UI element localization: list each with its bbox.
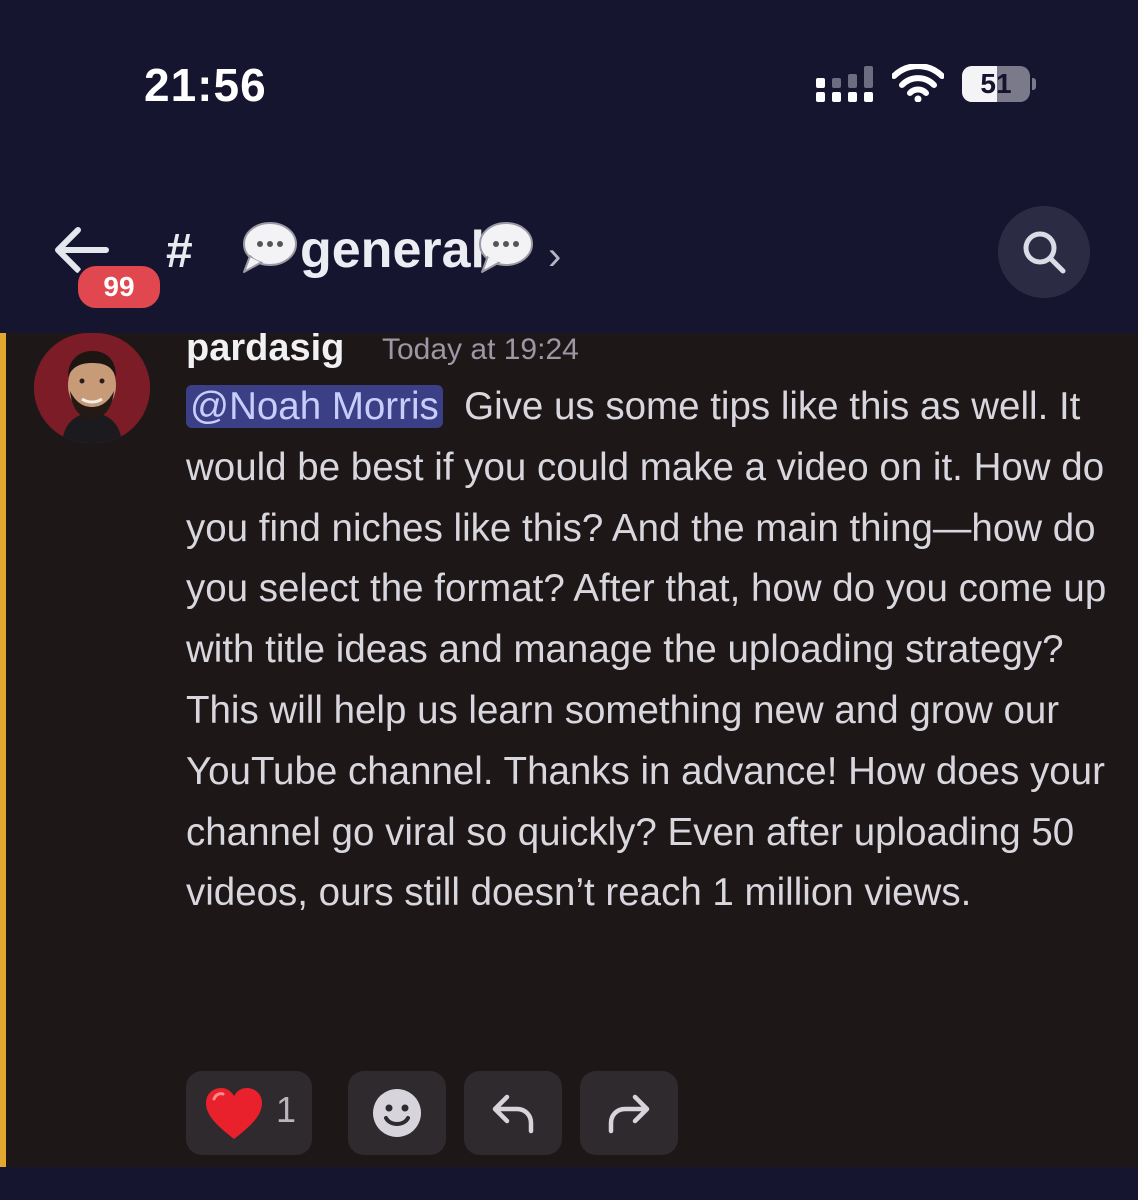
channel-name[interactable]: general xyxy=(300,220,485,280)
avatar[interactable] xyxy=(34,333,150,443)
forward-icon xyxy=(608,1094,650,1134)
battery-indicator: 51 xyxy=(962,66,1036,102)
reply-button[interactable] xyxy=(464,1071,562,1155)
user-portrait-image xyxy=(34,333,150,443)
reply-icon xyxy=(492,1094,534,1134)
cellular-signal-icon xyxy=(816,66,873,102)
speech-bubble-icon xyxy=(479,222,533,273)
unread-badge: 99 xyxy=(75,263,163,311)
heart-icon xyxy=(206,1088,262,1139)
channel-hash[interactable]: # xyxy=(166,224,193,279)
search-icon xyxy=(1023,231,1066,274)
wifi-icon xyxy=(892,64,944,102)
battery-level: 51 xyxy=(980,68,1012,99)
message-body: @Noah Morris Give us some tips like this… xyxy=(186,377,1116,924)
bottom-edge xyxy=(0,1167,1138,1200)
app-header: 21:56 51 99 # general › xyxy=(0,0,1138,333)
heart-reaction-count: 1 xyxy=(276,1089,297,1130)
message-content: Give us some tips like this as well. It … xyxy=(186,385,1107,915)
status-time: 21:56 xyxy=(144,59,267,111)
message-timestamp: Today at 19:24 xyxy=(382,333,579,366)
channel-details-chevron[interactable]: › xyxy=(548,234,561,279)
mention-highlight-bar xyxy=(0,333,6,1167)
forward-button[interactable] xyxy=(580,1071,678,1155)
smiley-icon xyxy=(373,1089,421,1137)
add-reaction-button[interactable] xyxy=(348,1071,446,1155)
message-author[interactable]: pardasig xyxy=(186,333,344,370)
message-list: pardasig Today at 19:24 @Noah Morris Giv… xyxy=(0,333,1138,1167)
speech-bubble-icon xyxy=(243,222,297,273)
heart-reaction-button[interactable]: 1 xyxy=(186,1071,312,1155)
search-button[interactable] xyxy=(998,206,1090,298)
user-mention[interactable]: @Noah Morris xyxy=(186,385,443,428)
